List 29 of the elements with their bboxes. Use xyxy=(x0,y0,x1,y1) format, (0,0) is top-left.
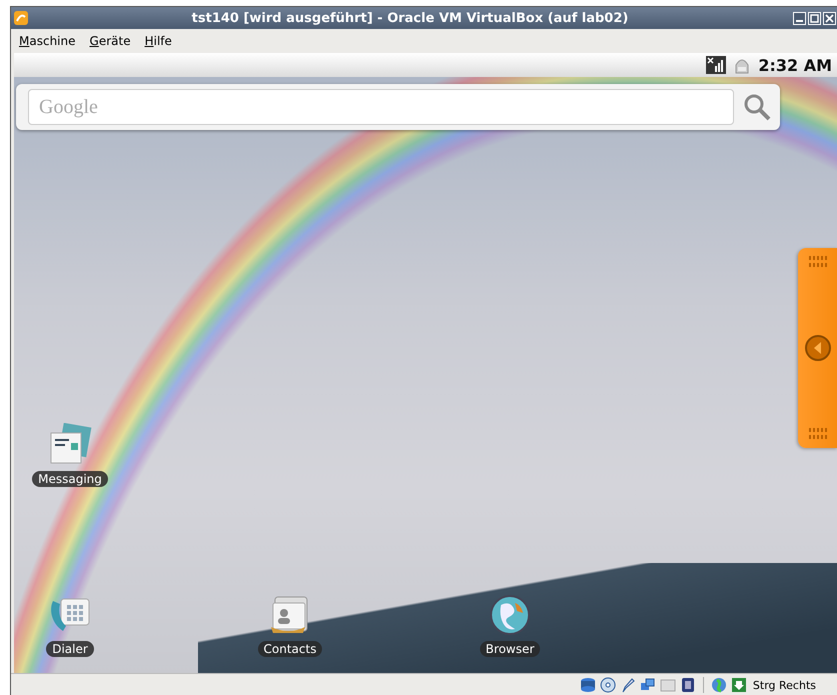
host-key-label: Strg Rechts xyxy=(752,678,816,692)
disk-icon[interactable] xyxy=(580,677,596,693)
maximize-icon xyxy=(810,14,819,22)
menu-item[interactable]: Maschine xyxy=(19,34,76,48)
shortcut-label[interactable]: Contacts xyxy=(258,641,322,657)
maximize-button[interactable] xyxy=(808,12,821,24)
clock-time: 2:32 AM xyxy=(758,56,832,74)
search-icon[interactable] xyxy=(742,92,772,122)
shortcut-label[interactable]: Browser xyxy=(480,641,540,657)
search-field[interactable]: Google xyxy=(28,89,734,125)
close-button[interactable] xyxy=(823,12,836,24)
chip-icon[interactable] xyxy=(680,677,696,693)
minimize-icon xyxy=(796,20,803,22)
close-icon xyxy=(825,14,834,22)
globe-icon xyxy=(487,593,533,637)
menu-item[interactable]: Hilfe xyxy=(144,34,172,48)
grip-icon xyxy=(806,256,830,268)
menu-item[interactable]: Geräte xyxy=(90,34,131,48)
shortcut-label[interactable]: Messaging xyxy=(32,471,108,487)
minimize-button[interactable] xyxy=(793,12,806,24)
window-title: tst140 [wird ausgeführt] - Oracle VM VirtualBox (auf lab02) xyxy=(190,10,630,26)
app-icon xyxy=(13,10,29,26)
signal-icon xyxy=(706,56,726,74)
globe-icon[interactable] xyxy=(710,677,727,693)
cd-icon[interactable] xyxy=(600,677,616,693)
network-icon[interactable] xyxy=(640,677,656,693)
drawer-handle[interactable] xyxy=(798,248,837,448)
grip-icon xyxy=(806,428,830,440)
shortcut-label[interactable]: Dialer xyxy=(46,641,94,657)
